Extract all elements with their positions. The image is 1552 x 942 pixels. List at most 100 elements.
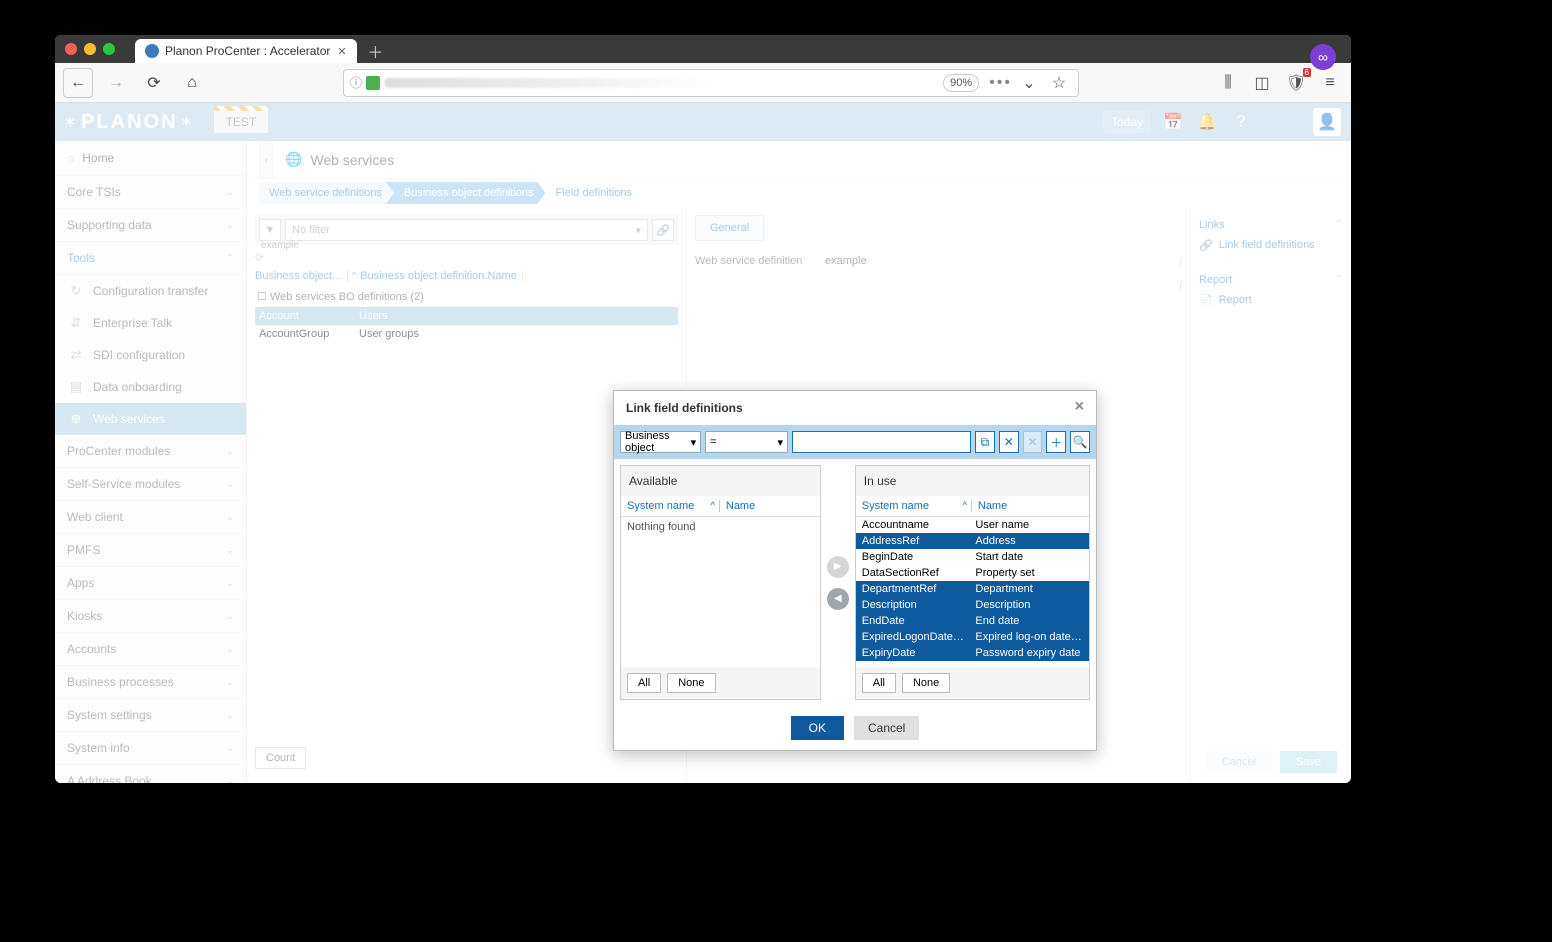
- sidebar-toggle-icon[interactable]: ◫: [1249, 70, 1275, 96]
- col-name[interactable]: Name: [720, 500, 814, 512]
- breadcrumb-item-active[interactable]: Business object definitions: [386, 182, 546, 204]
- filter-field-dropdown[interactable]: Business object▾: [620, 431, 701, 453]
- tree-group-label[interactable]: ☐ Web services BO definitions (2): [255, 286, 678, 307]
- refresh-icon: ↻: [67, 283, 85, 299]
- grid-icon: ▤: [67, 379, 85, 395]
- cancel-button[interactable]: Cancel: [854, 716, 919, 740]
- select-none-button[interactable]: None: [902, 673, 950, 693]
- tab-general[interactable]: General: [695, 215, 764, 241]
- list-item[interactable]: DataSectionRefProperty set: [856, 565, 1089, 581]
- table-row[interactable]: AccountGroupUser groups: [255, 325, 678, 343]
- today-button[interactable]: Today: [1103, 111, 1151, 133]
- avatar[interactable]: 👤: [1313, 108, 1341, 136]
- sidebar-item-enterprise-talk[interactable]: ⇵Enterprise Talk: [55, 307, 246, 339]
- breadcrumb-item[interactable]: Field definitions: [538, 182, 644, 204]
- move-left-button[interactable]: ◀: [827, 588, 849, 610]
- sidebar-item-sdi-configuration[interactable]: ⇄SDI configuration: [55, 339, 246, 371]
- select-none-button[interactable]: None: [667, 673, 715, 693]
- link-field-definitions[interactable]: 🔗Link field definitions: [1199, 235, 1343, 256]
- col-system-name[interactable]: System name^: [862, 500, 972, 512]
- sidebar-section-procenter-modules[interactable]: ProCenter modules⌄: [55, 435, 246, 468]
- list-item[interactable]: ExpiredLogonDate…Expired log-on date/tim: [856, 629, 1089, 645]
- bookmark-star-icon[interactable]: ☆: [1046, 70, 1072, 96]
- col-system-name[interactable]: System name^: [627, 500, 720, 512]
- help-icon[interactable]: ?: [1229, 110, 1253, 134]
- pocket-icon[interactable]: ⌄: [1016, 70, 1042, 96]
- sidebar-home[interactable]: ⌂ Home: [55, 141, 246, 176]
- list-item[interactable]: AddressRefAddress: [856, 533, 1089, 549]
- panel-header-links[interactable]: Links⌃: [1199, 215, 1343, 235]
- table-row[interactable]: AccountUsers: [255, 307, 678, 325]
- select-all-button[interactable]: All: [862, 673, 896, 693]
- env-badge: TEST: [214, 111, 269, 133]
- sidebar-section-pmfs[interactable]: PMFS⌄: [55, 534, 246, 567]
- lock-icon: [366, 76, 380, 90]
- zoom-badge[interactable]: 90%: [943, 74, 979, 92]
- list-item[interactable]: DescriptionDescription: [856, 597, 1089, 613]
- col-name[interactable]: Name: [972, 500, 1083, 512]
- extension-mask-icon[interactable]: ∞: [1310, 44, 1336, 70]
- sidebar-section-accounts[interactable]: Accounts⌄: [55, 633, 246, 666]
- cancel-button[interactable]: Cancel: [1206, 751, 1272, 773]
- sidebar-section-supporting-data[interactable]: Supporting data⌄: [55, 209, 246, 242]
- sidebar-item-web-services[interactable]: ⊕Web services: [55, 403, 246, 435]
- sidebar-section-system-info[interactable]: System info⌄: [55, 732, 246, 765]
- sidebar-item-data-onboarding[interactable]: ▤Data onboarding: [55, 371, 246, 403]
- url-blurred: [384, 78, 939, 88]
- list-item[interactable]: DepartmentRefDepartment: [856, 581, 1089, 597]
- close-icon[interactable]: ×: [1075, 401, 1084, 415]
- info-icon[interactable]: i: [1179, 255, 1182, 270]
- filter-value-input[interactable]: [792, 431, 971, 453]
- maximize-window-icon[interactable]: [103, 43, 115, 55]
- menu-icon[interactable]: ≡: [1317, 70, 1343, 96]
- list-item[interactable]: BeginDateStart date: [856, 549, 1089, 565]
- list-item[interactable]: AccountnameUser name: [856, 517, 1089, 533]
- close-window-icon[interactable]: [65, 43, 77, 55]
- reload-button[interactable]: ⟳: [139, 68, 169, 98]
- search-icon[interactable]: 🔍: [1070, 431, 1090, 453]
- sidebar-section-web-client[interactable]: Web client⌄: [55, 501, 246, 534]
- sidebar-section-self-service-modules[interactable]: Self-Service modules⌄: [55, 468, 246, 501]
- close-tab-icon[interactable]: ✕: [336, 46, 347, 57]
- sidebar-section-apps[interactable]: Apps⌄: [55, 567, 246, 600]
- select-all-button[interactable]: All: [627, 673, 661, 693]
- filter-operator-dropdown[interactable]: =▾: [705, 431, 788, 453]
- sidebar-section-tools[interactable]: Tools⌃: [55, 242, 246, 275]
- copy-filter-icon[interactable]: ⧉: [975, 431, 995, 453]
- save-button[interactable]: Save: [1280, 751, 1337, 773]
- list-item[interactable]: EndDateEnd date: [856, 613, 1089, 629]
- filter-icon[interactable]: ▼: [259, 219, 281, 241]
- panel-header-report[interactable]: Report⌃: [1199, 270, 1343, 290]
- breadcrumb-item[interactable]: Web service definitions: [259, 182, 394, 204]
- report-link[interactable]: 📄Report: [1199, 290, 1343, 311]
- list-item[interactable]: ExpiryDatePassword expiry date: [856, 645, 1089, 661]
- remove-filter-icon: ✕: [1023, 431, 1043, 453]
- sidebar-section-system-settings[interactable]: System settings⌄: [55, 699, 246, 732]
- minimize-window-icon[interactable]: [84, 43, 96, 55]
- address-bar[interactable]: ⓘ 90% ••• ⌄ ☆: [343, 69, 1079, 97]
- dialog-title: Link field definitions: [626, 401, 743, 415]
- add-filter-icon[interactable]: ＋: [1046, 431, 1066, 453]
- sidebar-item-configuration-transfer[interactable]: ↻Configuration transfer: [55, 275, 246, 307]
- sidebar-section-core-tsis[interactable]: Core TSIs⌄: [55, 176, 246, 209]
- ok-button[interactable]: OK: [791, 716, 844, 740]
- new-tab-button[interactable]: ＋: [361, 39, 389, 63]
- bell-icon[interactable]: 🔔: [1195, 110, 1219, 134]
- sidebar-section-business-processes[interactable]: Business processes⌄: [55, 666, 246, 699]
- calendar-icon[interactable]: 📅: [1161, 110, 1185, 134]
- clear-filter-icon[interactable]: ✕: [999, 431, 1019, 453]
- info-icon[interactable]: i: [1179, 278, 1182, 293]
- library-icon[interactable]: ⫼: [1215, 70, 1241, 96]
- back-button[interactable]: ←: [63, 68, 93, 98]
- link-filter-icon[interactable]: 🔗: [652, 219, 674, 241]
- home-button[interactable]: ⌂: [177, 68, 207, 98]
- browser-tab[interactable]: Planon ProCenter : Accelerator ✕: [135, 39, 357, 63]
- extension-shield-icon[interactable]: 🛡6: [1283, 70, 1309, 96]
- sidebar-section-address-book[interactable]: A Address Book⌄: [55, 765, 246, 783]
- sidebar-section-kiosks[interactable]: Kiosks⌄: [55, 600, 246, 633]
- refresh-icon[interactable]: ⟳: [255, 251, 678, 264]
- collapse-sidebar-button[interactable]: ‹: [259, 141, 273, 179]
- count-button[interactable]: Count: [255, 747, 306, 769]
- filter-dropdown[interactable]: No filter▾: [285, 219, 648, 241]
- move-right-button[interactable]: ▶: [827, 556, 849, 578]
